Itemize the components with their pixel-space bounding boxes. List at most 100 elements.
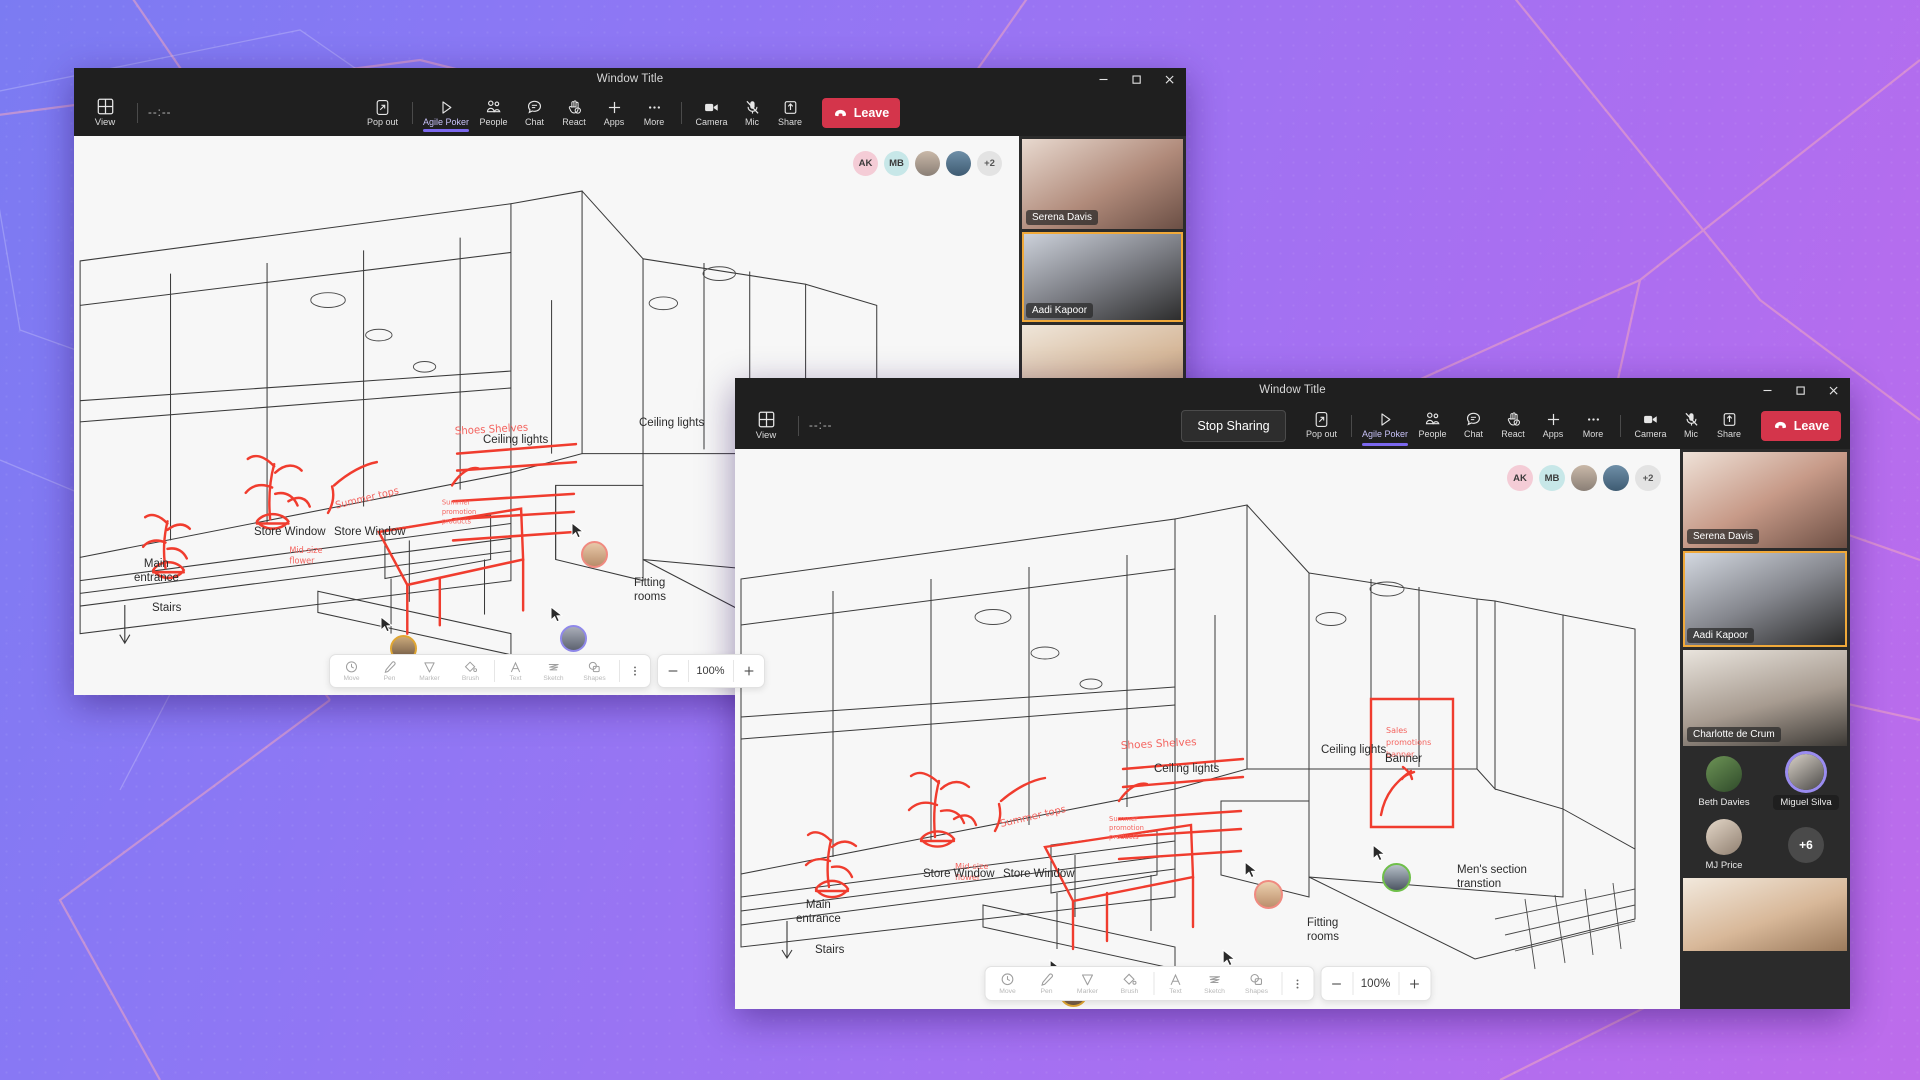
view-button[interactable]: View — [744, 411, 788, 441]
roster-tile[interactable]: Serena Davis — [1683, 452, 1847, 548]
chat-button[interactable]: Chat — [1454, 411, 1493, 439]
roster-avatar-grid[interactable]: Beth Davies Miguel Silva MJ Price +6 — [1683, 749, 1847, 875]
marker-tool[interactable]: Marker — [409, 660, 451, 683]
close-icon[interactable] — [1153, 68, 1186, 90]
roster-tile[interactable] — [1683, 878, 1847, 951]
roster-tile-selected[interactable]: Aadi Kapoor — [1683, 551, 1847, 647]
command-bar-center-back[interactable]: Pop out Agile Poker People Chat React Ap… — [360, 98, 900, 133]
people-button[interactable]: People — [472, 99, 515, 127]
roster-grid-cell[interactable]: MJ Price — [1683, 814, 1765, 875]
people-button[interactable]: People — [1411, 411, 1454, 439]
roster-tile[interactable]: Charlotte de Crum — [1683, 650, 1847, 746]
avatar-overflow[interactable]: +2 — [1635, 465, 1661, 491]
react-button[interactable]: React — [554, 99, 594, 127]
participant-avatar-row-back[interactable]: AK MB +2 — [853, 151, 1002, 176]
avatar-photo[interactable] — [946, 151, 971, 176]
move-tool[interactable]: Move — [333, 660, 371, 683]
sketch-tool[interactable]: Sketch — [1194, 972, 1235, 996]
leave-button[interactable]: Leave — [822, 98, 900, 128]
marker-tool[interactable]: Marker — [1066, 972, 1109, 996]
brush-tool[interactable]: Brush — [1109, 972, 1150, 996]
mic-button[interactable]: Mic — [734, 99, 770, 127]
camera-button[interactable]: Camera — [689, 99, 734, 127]
whiteboard-canvas-front[interactable]: Shoes Shelves Summer tops Summer promoti… — [735, 449, 1680, 1009]
maximize-icon[interactable] — [1120, 68, 1153, 90]
agile-poker-button[interactable]: Agile Poker — [1359, 411, 1411, 446]
more-button[interactable]: More — [634, 99, 674, 127]
avatar-overflow[interactable]: +2 — [977, 151, 1002, 176]
meeting-command-bar-front[interactable]: View --:-- Stop Sharing Pop out Agile Po… — [735, 402, 1850, 449]
tool-divider — [493, 660, 495, 682]
whiteboard-zoom-group[interactable]: 100% — [656, 654, 765, 688]
chat-label: Chat — [1463, 429, 1483, 440]
window-controls[interactable] — [1087, 68, 1186, 90]
popout-button[interactable]: Pop out — [360, 99, 405, 127]
text-tool[interactable]: Text — [1157, 972, 1194, 996]
participant-roster-front[interactable]: Serena Davis Aadi Kapoor Charlotte de Cr… — [1680, 449, 1850, 1009]
roster-grid-cell-overflow[interactable]: +6 — [1765, 814, 1847, 875]
leave-button[interactable]: Leave — [1761, 410, 1841, 441]
stop-sharing-button[interactable]: Stop Sharing — [1181, 409, 1286, 442]
whiteboard-more-button[interactable] — [623, 664, 647, 678]
share-button[interactable]: Share — [1709, 411, 1749, 439]
shapes-tool[interactable]: Shapes — [1235, 972, 1278, 996]
mic-button[interactable]: Mic — [1673, 411, 1709, 439]
react-button[interactable]: React — [1493, 411, 1533, 439]
pen-tool[interactable]: Pen — [1027, 972, 1066, 996]
more-button[interactable]: More — [1573, 411, 1613, 439]
roster-tile[interactable]: Serena Davis — [1022, 139, 1183, 229]
sketch-tool[interactable]: Sketch — [534, 660, 574, 683]
minimize-icon[interactable] — [1751, 378, 1784, 402]
whiteboard-zoom-group[interactable]: 100% — [1320, 966, 1431, 1001]
agile-poker-button[interactable]: Agile Poker — [420, 99, 472, 133]
avatar-initials[interactable]: MB — [1539, 465, 1565, 491]
avatar-initials[interactable]: AK — [1507, 465, 1533, 491]
avatar-photo[interactable] — [915, 151, 940, 176]
zoom-out-button[interactable] — [1321, 977, 1352, 991]
plus-icon — [744, 666, 753, 676]
avatar-photo[interactable] — [1603, 465, 1629, 491]
share-button[interactable]: Share — [770, 99, 810, 127]
chat-button[interactable]: Chat — [515, 99, 554, 127]
chat-label: Chat — [524, 116, 544, 127]
command-bar-center-front[interactable]: Stop Sharing Pop out Agile Poker People … — [1181, 409, 1841, 446]
move-tool[interactable]: Move — [988, 972, 1027, 996]
whiteboard-tools-group[interactable]: Move Pen Marker Brush Text Sketch Shapes — [328, 654, 651, 688]
titlebar-back[interactable]: Window Title — [74, 68, 1186, 90]
share-up-arrow-icon — [1721, 411, 1738, 428]
meeting-command-bar-back[interactable]: View --:-- Pop out Agile Poker People Ch… — [74, 90, 1186, 136]
camera-button[interactable]: Camera — [1628, 411, 1673, 439]
whiteboard-toolbar-front[interactable]: Move Pen Marker Brush Text Sketch Shapes… — [984, 966, 1431, 1001]
zoom-in-button[interactable] — [734, 664, 764, 678]
zoom-level[interactable]: 100% — [689, 665, 733, 677]
view-button[interactable]: View — [83, 98, 127, 128]
window-controls[interactable] — [1751, 378, 1850, 402]
avatar-initials[interactable]: AK — [853, 151, 878, 176]
maximize-icon[interactable] — [1784, 378, 1817, 402]
teams-window-front[interactable]: Window Title View --:-- Stop Sharing Pop… — [735, 378, 1850, 1009]
whiteboard-more-button[interactable] — [1285, 977, 1310, 991]
popout-button[interactable]: Pop out — [1299, 411, 1344, 439]
apps-button[interactable]: Apps — [594, 99, 634, 127]
zoom-in-button[interactable] — [1399, 977, 1430, 991]
titlebar-front[interactable]: Window Title — [735, 378, 1850, 402]
text-tool[interactable]: Text — [498, 660, 534, 683]
avatar-photo[interactable] — [1571, 465, 1597, 491]
zoom-level[interactable]: 100% — [1353, 978, 1398, 990]
shapes-tool[interactable]: Shapes — [574, 660, 616, 683]
apps-button[interactable]: Apps — [1533, 411, 1573, 439]
roster-tile-selected[interactable]: Aadi Kapoor — [1022, 232, 1183, 322]
pen-tool[interactable]: Pen — [371, 660, 409, 683]
whiteboard-tools-group[interactable]: Move Pen Marker Brush Text Sketch Shapes — [984, 966, 1314, 1001]
close-icon[interactable] — [1817, 378, 1850, 402]
zoom-out-button[interactable] — [658, 664, 688, 678]
roster-grid-cell-speaking[interactable]: Miguel Silva — [1765, 749, 1847, 814]
shapes-label: Shapes — [1244, 987, 1269, 995]
participant-avatar-row-front[interactable]: AK MB +2 — [1507, 465, 1661, 491]
whiteboard-toolbar-back[interactable]: Move Pen Marker Brush Text Sketch Shapes… — [328, 654, 765, 688]
zoom-level-label: 100% — [696, 665, 725, 677]
brush-tool[interactable]: Brush — [451, 660, 491, 683]
avatar-initials[interactable]: MB — [884, 151, 909, 176]
roster-grid-cell[interactable]: Beth Davies — [1683, 749, 1765, 814]
minimize-icon[interactable] — [1087, 68, 1120, 90]
